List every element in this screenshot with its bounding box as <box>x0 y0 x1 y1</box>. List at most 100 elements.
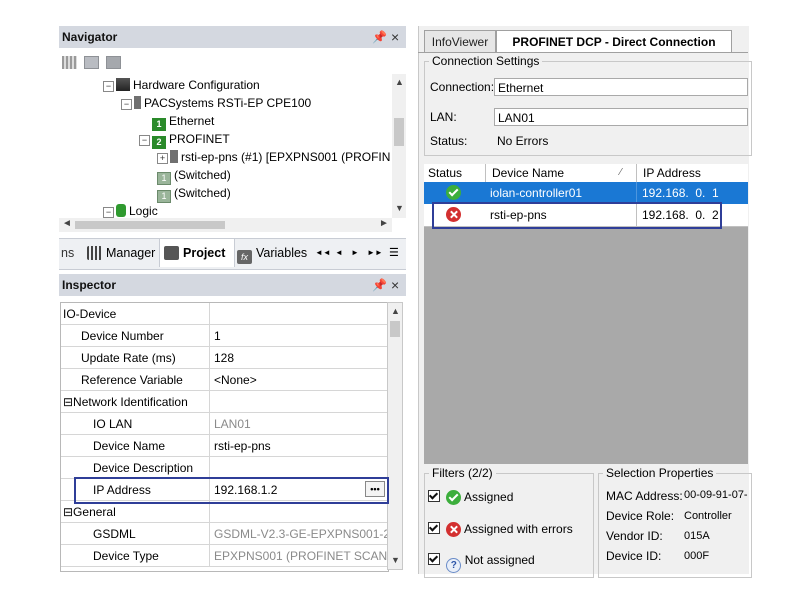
property-row[interactable]: ⊟General <box>61 501 388 523</box>
inspector-property-grid: IO-Device Device Number 1 Update Rate (ms) 1… <box>60 302 389 572</box>
grid-view-icon[interactable] <box>62 56 77 69</box>
mac-value: 00-09-91-07- <box>684 489 748 501</box>
tab-infoviewer[interactable]: InfoViewer <box>424 30 496 53</box>
collapse-icon[interactable]: − <box>121 99 132 110</box>
column-device-name[interactable]: Device Name <box>492 164 564 182</box>
scroll-left-icon[interactable]: ◄ <box>62 218 72 229</box>
property-value: GSDML-V2.3-GE-EPXPNS001-2016 <box>209 523 388 544</box>
error-device-highlight <box>432 202 722 229</box>
checkbox-icon[interactable] <box>428 490 440 502</box>
device-id-label: Device ID: <box>606 549 662 563</box>
navigator-title-bar: Navigator 📌 × <box>59 26 406 48</box>
tab-nav-last[interactable]: ►► <box>367 239 383 267</box>
property-row[interactable]: ⊟Network Identification <box>61 391 388 413</box>
tab-project[interactable]: Project <box>159 239 235 267</box>
expand-icon[interactable]: + <box>157 153 168 164</box>
property-row[interactable]: IO LAN LAN01 <box>61 413 388 435</box>
tab-nav-prev[interactable]: ◄ <box>335 239 343 267</box>
tab-label: Variables <box>256 246 308 260</box>
role-label: Device Role: <box>606 509 675 523</box>
tree-item-hardware-configuration[interactable]: − Hardware Configuration <box>103 76 260 94</box>
column-separator <box>636 164 637 182</box>
tree-label: rsti-ep-pns (#1) [EPXPNS001 (PROFIN <box>181 150 391 164</box>
filter-label: Assigned <box>464 490 514 504</box>
cpu-icon <box>134 96 141 109</box>
property-row[interactable]: Device Number 1 <box>61 325 388 347</box>
tree-item-profinet[interactable]: −2 PROFINET <box>139 130 230 149</box>
scroll-down-icon[interactable]: ▼ <box>395 203 404 213</box>
close-icon[interactable]: × <box>391 274 399 296</box>
scrollbar-thumb[interactable] <box>394 118 404 146</box>
tab-label: Manager <box>106 246 156 260</box>
panel-tab-bar: ns Manager Project fx Variables ◄◄ ◄ ► ►►… <box>59 238 406 270</box>
scroll-up-icon[interactable]: ▲ <box>395 77 404 87</box>
property-row[interactable]: Reference Variable <None> <box>61 369 388 391</box>
property-row[interactable]: Update Rate (ms) 128 <box>61 347 388 369</box>
navigator-horizontal-scrollbar[interactable]: ◄ ► <box>59 218 392 232</box>
connection-label: Connection: <box>430 80 495 94</box>
property-row[interactable]: Device Description <box>61 457 388 479</box>
property-value: LAN01 <box>209 413 388 434</box>
tree-item-rsti-ep-pns[interactable]: + rsti-ep-pns (#1) [EPXPNS001 (PROFIN <box>157 148 390 166</box>
checkbox-icon[interactable] <box>428 553 440 565</box>
column-status[interactable]: Status <box>428 164 462 182</box>
property-key: ⊟Network Identification <box>63 395 188 409</box>
property-key: IO LAN <box>93 417 133 431</box>
navigator-vertical-scrollbar[interactable]: ▲ ▼ <box>392 74 406 218</box>
tree-label: PROFINET <box>169 132 230 146</box>
manager-icon <box>87 246 102 260</box>
filter-not-assigned[interactable]: ? Not assigned <box>428 553 535 573</box>
inspector-title: Inspector <box>62 278 117 292</box>
property-row[interactable]: IO-Device <box>61 303 388 325</box>
filter-assigned[interactable]: Assigned <box>428 490 513 505</box>
tree-item-ethernet[interactable]: 1 Ethernet <box>152 112 214 131</box>
tab-nav-next[interactable]: ► <box>351 239 359 267</box>
close-icon[interactable]: × <box>391 26 399 48</box>
connection-settings-legend: Connection Settings <box>432 54 540 68</box>
filter-assigned-with-errors[interactable]: Assigned with errors <box>428 522 573 537</box>
role-value: Controller <box>684 510 732 522</box>
pin-icon[interactable]: 📌 <box>372 274 387 296</box>
tree-item-switched-2[interactable]: 1 (Switched) <box>157 184 231 203</box>
device-name-cell: iolan-controller01 <box>490 186 583 200</box>
tree-view-icon[interactable] <box>84 56 99 69</box>
pin-icon[interactable]: 📌 <box>372 26 387 48</box>
tree-item-logic[interactable]: − Logic <box>103 202 158 218</box>
property-key: GSDML <box>93 527 136 541</box>
navigator-title: Navigator <box>62 30 118 44</box>
tree-item-cpe100[interactable]: − PACSystems RSTi-EP CPE100 <box>121 94 311 112</box>
scroll-right-icon[interactable]: ► <box>379 218 389 229</box>
tab-nav-first[interactable]: ◄◄ <box>315 239 331 267</box>
column-ip-address[interactable]: IP Address <box>643 164 701 182</box>
collapse-icon[interactable]: − <box>103 81 114 92</box>
scroll-down-icon[interactable]: ▼ <box>391 555 400 565</box>
connection-field[interactable]: Ethernet <box>494 78 748 96</box>
checkbox-icon[interactable] <box>428 522 440 534</box>
tab-menu-icon[interactable]: ☰ <box>389 239 399 267</box>
property-key: ⊟General <box>63 505 116 519</box>
property-row[interactable]: Device Type EPXPNS001 (PROFINET SCANNEF <box>61 545 388 567</box>
collapse-icon[interactable]: − <box>139 135 150 146</box>
error-icon <box>446 522 462 537</box>
filter-label: Not assigned <box>464 553 535 567</box>
sort-icon[interactable]: ⁄ <box>620 164 622 182</box>
ip-address-highlight <box>74 477 389 504</box>
scroll-up-icon[interactable]: ▲ <box>391 306 400 316</box>
list-view-icon[interactable] <box>106 56 121 69</box>
tab-partial[interactable]: ns <box>61 239 74 267</box>
collapse-icon[interactable]: − <box>103 207 114 218</box>
tab-manager[interactable]: Manager <box>87 239 155 267</box>
vendor-value: 015A <box>684 530 710 542</box>
scrollbar-thumb[interactable] <box>75 221 225 229</box>
navigator-tree: − Hardware Configuration − PACSystems RSTi… <box>59 74 392 218</box>
inspector-vertical-scrollbar[interactable]: ▲ ▼ <box>387 302 403 570</box>
property-row[interactable]: GSDML GSDML-V2.3-GE-EPXPNS001-2016 <box>61 523 388 545</box>
tree-item-switched-1[interactable]: 1 (Switched) <box>157 166 231 185</box>
tab-variables[interactable]: fx Variables <box>237 239 307 267</box>
device-row-selected[interactable]: iolan-controller01 192.168. 0. 1 <box>424 182 748 204</box>
io-device-icon <box>170 150 178 163</box>
scrollbar-thumb[interactable] <box>390 321 400 337</box>
tab-dcp-direct-connection[interactable]: PROFINET DCP - Direct Connection <box>496 30 732 53</box>
property-row[interactable]: Device Name rsti-ep-pns <box>61 435 388 457</box>
lan-field[interactable]: LAN01 <box>494 108 748 126</box>
